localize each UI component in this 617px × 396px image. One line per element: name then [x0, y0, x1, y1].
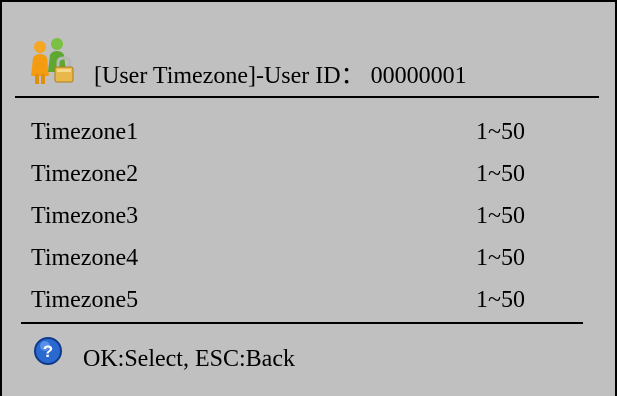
- row-label: Timezone4: [31, 245, 139, 271]
- divider-top: [15, 96, 599, 98]
- row-value: 1~50: [476, 119, 525, 145]
- header: [User Timezone]-User ID： 00000001: [2, 2, 615, 98]
- divider-bottom: [21, 322, 583, 324]
- footer-hint: OK:Select, ESC:Back: [83, 346, 295, 372]
- row-value: 1~50: [476, 287, 525, 313]
- row-label: Timezone1: [31, 119, 139, 145]
- row-value: 1~50: [476, 203, 525, 229]
- help-icon: ?: [34, 337, 62, 365]
- list-item-timezone4[interactable]: Timezone4 1~50: [2, 238, 615, 280]
- row-label: Timezone2: [31, 161, 139, 187]
- list-item-timezone5[interactable]: Timezone5 1~50: [2, 280, 615, 322]
- row-label: Timezone5: [31, 287, 139, 313]
- page-title: [User Timezone]-User ID： 00000001: [94, 63, 467, 89]
- users-lock-icon: [31, 38, 74, 84]
- row-label: Timezone3: [31, 203, 139, 229]
- list-item-timezone2[interactable]: Timezone2 1~50: [2, 154, 615, 196]
- row-value: 1~50: [476, 161, 525, 187]
- row-value: 1~50: [476, 245, 525, 271]
- timezone-list: Timezone1 1~50 Timezone2 1~50 Timezone3 …: [2, 112, 615, 322]
- svg-text:?: ?: [43, 342, 53, 361]
- list-item-timezone3[interactable]: Timezone3 1~50: [2, 196, 615, 238]
- user-timezone-screen: [User Timezone]-User ID： 00000001 Timezo…: [0, 0, 617, 396]
- list-item-timezone1[interactable]: Timezone1 1~50: [2, 112, 615, 154]
